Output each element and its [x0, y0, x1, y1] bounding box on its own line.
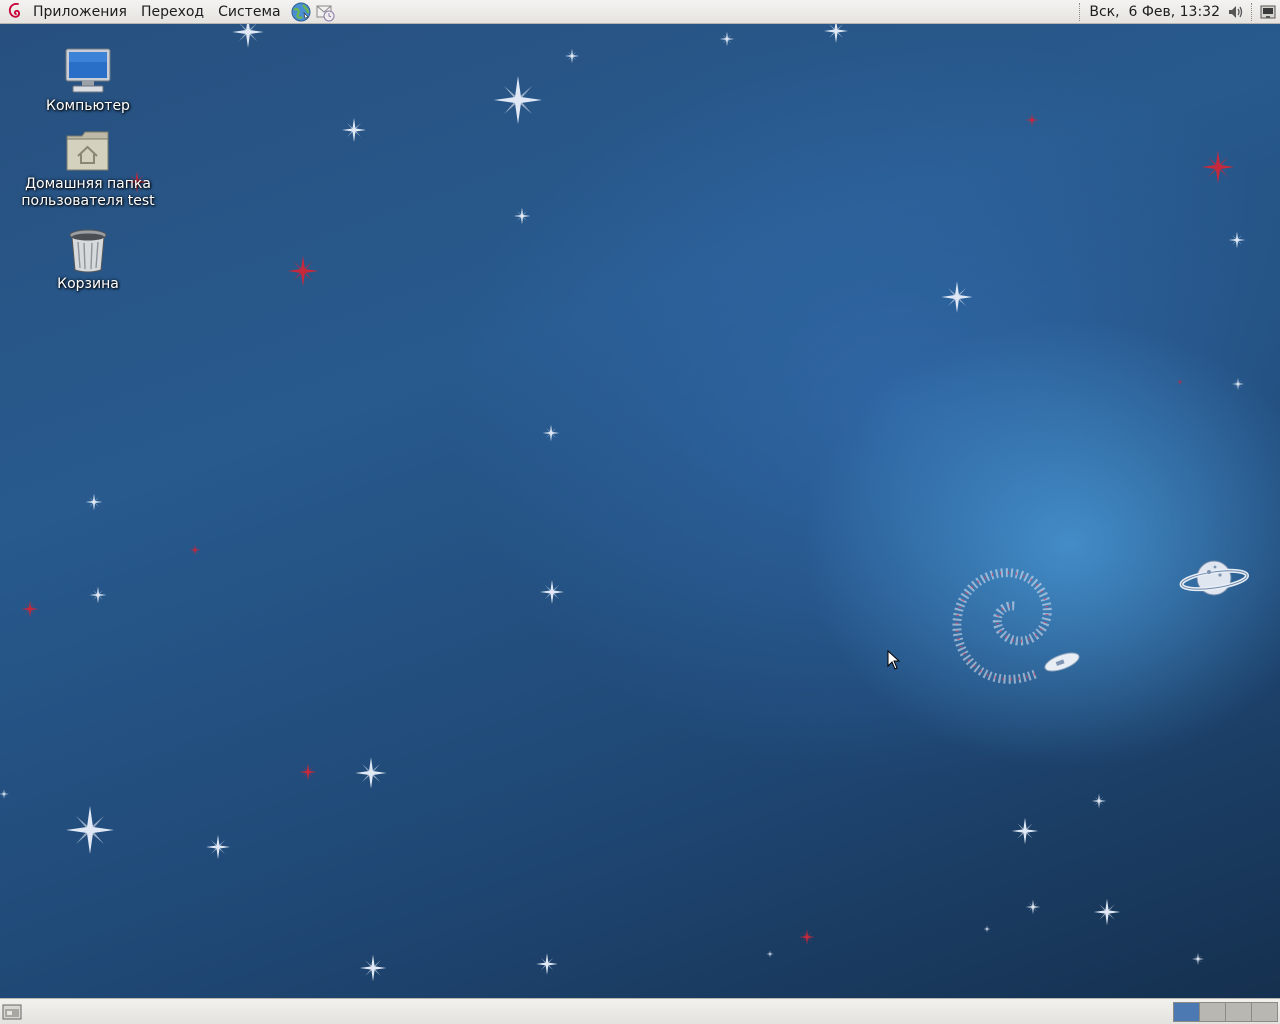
home-folder-icon — [66, 131, 109, 171]
computer-icon — [65, 48, 111, 93]
panel-right-area: Вск, 6 Фев, 13:32 — [1071, 0, 1280, 24]
desktop-icon-trash[interactable]: Корзина — [18, 228, 158, 293]
mail-client-icon[interactable] — [314, 1, 336, 23]
trash-icon — [69, 229, 107, 273]
desktop-icon-label: Корзина — [57, 276, 119, 292]
main-menu-bar: Приложения Переход Система — [0, 0, 336, 24]
workspace-4[interactable] — [1252, 1003, 1277, 1021]
debian-logo-icon[interactable] — [6, 1, 26, 23]
planet — [1179, 560, 1249, 596]
menu-system[interactable]: Система — [211, 0, 287, 24]
menu-applications[interactable]: Приложения — [26, 0, 134, 24]
top-panel: Приложения Переход Система Вск, 6 Фев, 1… — [0, 0, 1280, 24]
debian-swirl — [952, 568, 1052, 684]
network-icon[interactable] — [1258, 2, 1278, 22]
desktop-icon-computer[interactable]: Компьютер — [18, 46, 158, 115]
bottom-panel — [0, 998, 1280, 1024]
workspace-1[interactable] — [1174, 1003, 1200, 1021]
desktop-icon-home-folder[interactable]: Домашняя папка пользователя test — [18, 128, 158, 210]
menu-places[interactable]: Переход — [134, 0, 211, 24]
panel-separator — [1079, 2, 1081, 21]
desktop-icon-label: Домашняя папка — [25, 176, 151, 192]
desktop[interactable]: Компьютер Домашняя папка пользователя te… — [0, 24, 1280, 998]
workspace-switcher — [1173, 1002, 1278, 1022]
workspace-2[interactable] — [1200, 1003, 1226, 1021]
workspace-3[interactable] — [1226, 1003, 1252, 1021]
show-desktop-icon[interactable] — [2, 1003, 22, 1021]
desktop-icon-label: пользователя test — [21, 193, 155, 209]
rocket — [1044, 652, 1080, 672]
mouse-pointer-icon — [887, 650, 901, 670]
web-browser-icon[interactable] — [290, 1, 312, 23]
desktop-icon-label: Компьютер — [46, 98, 130, 114]
wallpaper — [0, 24, 1249, 982]
clock[interactable]: Вск, 6 Фев, 13:32 — [1089, 4, 1224, 20]
volume-icon[interactable] — [1226, 2, 1246, 22]
panel-separator — [1251, 2, 1253, 21]
